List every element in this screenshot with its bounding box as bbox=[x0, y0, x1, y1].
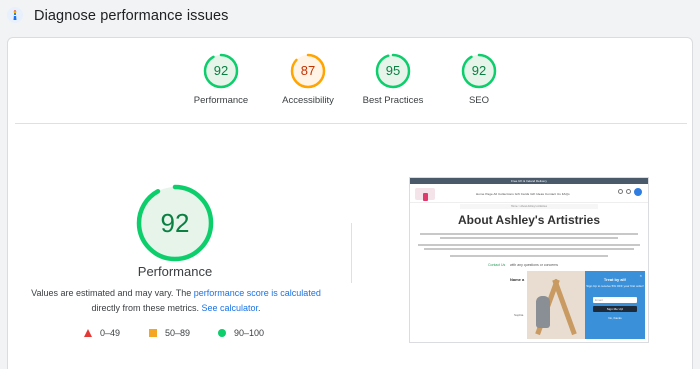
site-subheading: Name a bbox=[510, 277, 525, 282]
photo-detail bbox=[552, 278, 577, 336]
section-header: Diagnose performance issues bbox=[0, 0, 700, 36]
site-menu: Home Page All Collections Gift Cards Gif… bbox=[476, 192, 570, 196]
score-label: SEO bbox=[468, 95, 490, 106]
score-value: 87 bbox=[300, 63, 316, 78]
text-line bbox=[440, 237, 618, 239]
site-logo bbox=[415, 188, 435, 201]
account-icon bbox=[626, 189, 631, 194]
breadcrumb: Home > About Ashley's Artistries bbox=[511, 205, 547, 208]
contact-link: Contact Us bbox=[488, 263, 506, 267]
search-icon bbox=[618, 189, 623, 194]
popup-email-placeholder: Email bbox=[595, 298, 603, 302]
triangle-icon bbox=[84, 329, 92, 337]
circle-icon bbox=[218, 329, 226, 337]
legend-item-fail: 0–49 bbox=[84, 327, 120, 339]
popup-decline-link: No, thanks bbox=[608, 316, 622, 320]
final-screenshot-thumbnail[interactable]: Free UK & Ireland Delivery Home Page All… bbox=[409, 177, 649, 343]
score-value: 92 bbox=[471, 63, 487, 78]
score-gauge-seo[interactable]: 92 SEO bbox=[419, 53, 539, 106]
photo-detail bbox=[536, 296, 550, 328]
see-calculator-link[interactable]: See calculator bbox=[201, 303, 258, 313]
text-line bbox=[418, 244, 640, 246]
performance-title: Performance bbox=[137, 264, 213, 279]
performance-description: Values are estimated and may vary. The p… bbox=[28, 286, 324, 316]
product-photo bbox=[527, 271, 585, 339]
report-card: 92 Performance 87 Accessibility 95 Best … bbox=[7, 37, 693, 369]
description-text: Values are estimated and may vary. The bbox=[31, 288, 194, 298]
popup-email-field: Email bbox=[593, 297, 637, 303]
vertical-divider bbox=[351, 223, 352, 283]
cart-icon bbox=[634, 188, 642, 196]
score-value: 95 bbox=[385, 63, 401, 78]
score-value: 92 bbox=[213, 63, 229, 78]
popup-title: Treat by all! bbox=[603, 277, 627, 282]
divider bbox=[15, 123, 687, 124]
text-line bbox=[420, 233, 638, 235]
popup-signup-button: Sign Me Up! bbox=[593, 306, 637, 312]
description-text: directly from these metrics. bbox=[91, 303, 202, 313]
legend-label: 0–49 bbox=[100, 328, 121, 338]
performance-score-value: 92 bbox=[160, 208, 190, 238]
site-announcement-bar: Free UK & Ireland Delivery bbox=[410, 178, 648, 184]
square-icon bbox=[149, 329, 157, 337]
newsletter-popup: × Treat by all! Sign Up to receive 5% OF… bbox=[585, 271, 645, 339]
legend-label: 50–89 bbox=[165, 328, 191, 338]
lighthouse-icon bbox=[7, 7, 23, 23]
legend-item-average: 50–89 bbox=[149, 327, 190, 339]
text-line bbox=[424, 248, 634, 250]
section-title: Diagnose performance issues bbox=[34, 8, 229, 24]
legend-item-pass: 90–100 bbox=[218, 327, 264, 339]
legend-label: 90–100 bbox=[234, 328, 265, 338]
score-calculation-link[interactable]: performance score is calculated bbox=[194, 288, 321, 298]
site-header-icons bbox=[618, 188, 642, 196]
description-text: . bbox=[258, 303, 261, 313]
contact-text: with any questions or concerns bbox=[510, 263, 559, 267]
site-logo-mark bbox=[423, 193, 428, 201]
performance-gauge-large: 92 bbox=[135, 183, 215, 263]
site-page-heading: About Ashley's Artistries bbox=[458, 213, 600, 227]
popup-text: Sign Up to receive 5% OFF your first ord… bbox=[586, 284, 644, 288]
site-nav: Home Page All Collections Gift Cards Gif… bbox=[410, 185, 648, 203]
text-line bbox=[450, 255, 608, 257]
site-side-text: Sophia bbox=[514, 313, 524, 317]
